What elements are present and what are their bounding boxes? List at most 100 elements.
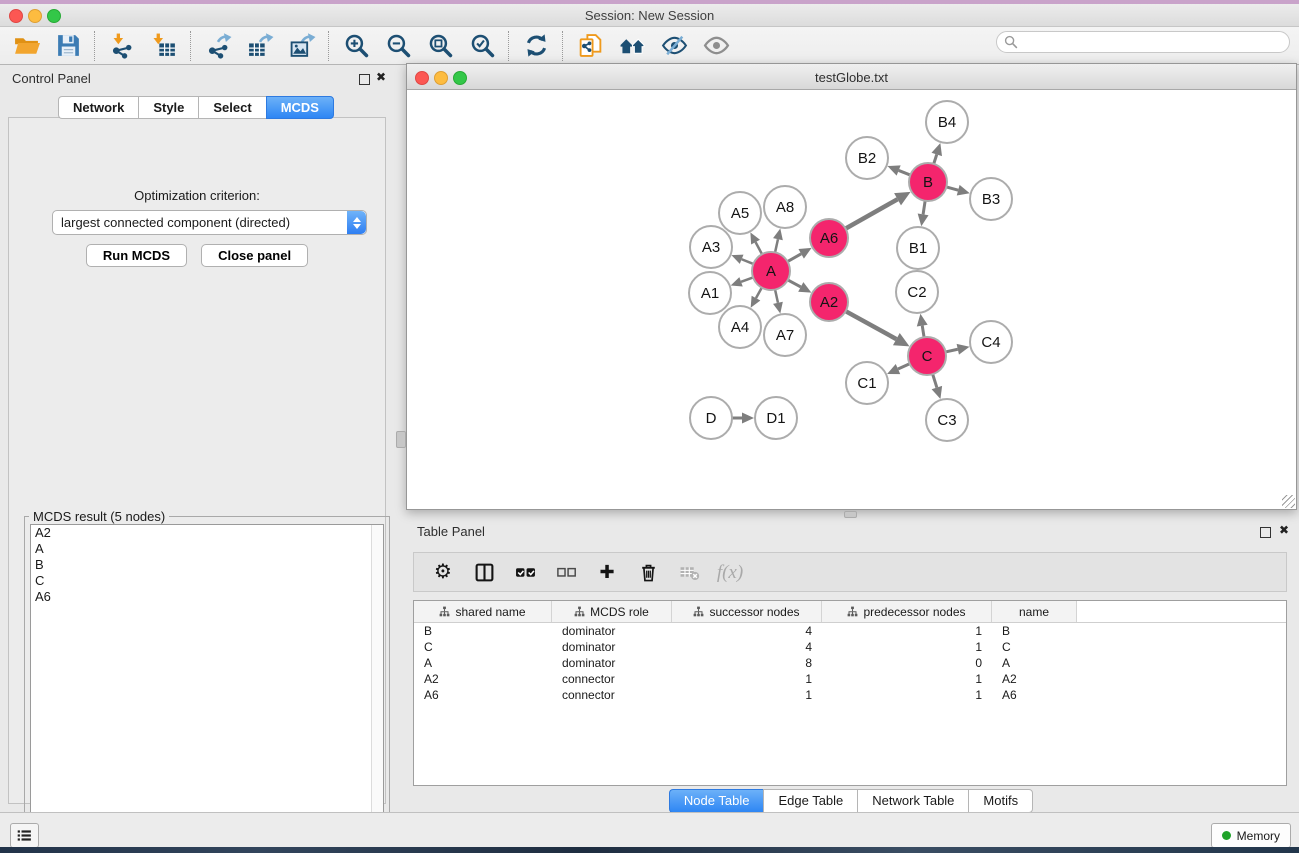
cell-successor-nodes[interactable]: 4: [672, 639, 822, 655]
export-image-button[interactable]: [286, 30, 318, 62]
node-B2[interactable]: B2: [846, 137, 888, 179]
task-history-button[interactable]: [10, 823, 39, 848]
edge-A-A3[interactable]: [731, 255, 753, 264]
node-C4[interactable]: C4: [970, 321, 1012, 363]
delete-table-button[interactable]: [676, 559, 702, 585]
node-C[interactable]: C: [908, 337, 946, 375]
table-row-A2[interactable]: A2connector11A2: [414, 671, 1286, 687]
edge-B-B3[interactable]: [946, 185, 969, 196]
cell-successor-nodes[interactable]: 4: [672, 623, 822, 639]
tab-network-table[interactable]: Network Table: [857, 789, 968, 813]
cell-predecessor-nodes[interactable]: 1: [822, 639, 992, 655]
edge-A6-B[interactable]: [846, 192, 911, 229]
close-panel-button[interactable]: Close panel: [201, 244, 308, 267]
table-row-C[interactable]: Cdominator41C: [414, 639, 1286, 655]
node-A[interactable]: A: [752, 252, 790, 290]
node-A6[interactable]: A6: [810, 219, 848, 257]
import-network-button[interactable]: [106, 30, 138, 62]
cell-shared-name[interactable]: A: [414, 655, 552, 671]
edge-D-D1[interactable]: [732, 413, 754, 424]
insert-column-button[interactable]: [471, 559, 497, 585]
table-float-icon[interactable]: [1260, 527, 1271, 538]
tab-select[interactable]: Select: [198, 96, 265, 119]
import-table-button[interactable]: [148, 30, 180, 62]
open-session-button[interactable]: [10, 30, 42, 62]
node-C1[interactable]: C1: [846, 362, 888, 404]
save-session-button[interactable]: [52, 30, 84, 62]
node-C3[interactable]: C3: [926, 399, 968, 441]
mcds-result-list[interactable]: A2ABCA6: [30, 524, 384, 844]
cell-successor-nodes[interactable]: 1: [672, 671, 822, 687]
search-input[interactable]: [996, 31, 1290, 53]
cell-predecessor-nodes[interactable]: 1: [822, 687, 992, 703]
edge-C-C2[interactable]: [917, 314, 928, 337]
column-header-predecessor-nodes[interactable]: predecessor nodes: [822, 601, 992, 622]
edge-A-A1[interactable]: [731, 277, 753, 286]
column-header-shared-name[interactable]: shared name: [414, 601, 552, 622]
edge-A-A2[interactable]: [788, 280, 812, 293]
edge-C-C3[interactable]: [932, 374, 942, 399]
edge-B-B1[interactable]: [918, 201, 929, 226]
cell-MCDS-role[interactable]: dominator: [552, 623, 672, 639]
tab-style[interactable]: Style: [138, 96, 198, 119]
export-table-button[interactable]: [244, 30, 276, 62]
table-options-gear-button[interactable]: ⚙: [430, 559, 456, 585]
cell-MCDS-role[interactable]: dominator: [552, 639, 672, 655]
node-A7[interactable]: A7: [764, 314, 806, 356]
table-row-A6[interactable]: A6connector11A6: [414, 687, 1286, 703]
table-close-icon[interactable]: ✖: [1279, 523, 1289, 537]
cell-name[interactable]: A6: [992, 687, 1077, 703]
node-A1[interactable]: A1: [689, 272, 731, 314]
cell-predecessor-nodes[interactable]: 1: [822, 671, 992, 687]
node-B3[interactable]: B3: [970, 178, 1012, 220]
float-panel-icon[interactable]: [359, 74, 370, 85]
cell-name[interactable]: C: [992, 639, 1077, 655]
add-row-button[interactable]: ✚: [594, 559, 620, 585]
node-D[interactable]: D: [690, 397, 732, 439]
node-D1[interactable]: D1: [755, 397, 797, 439]
criterion-dropdown[interactable]: largest connected component (directed): [52, 210, 367, 235]
column-header-successor-nodes[interactable]: successor nodes: [672, 601, 822, 622]
refresh-button[interactable]: [520, 30, 552, 62]
node-B4[interactable]: B4: [926, 101, 968, 143]
mcds-result-item[interactable]: A6: [31, 589, 383, 605]
dropdown-stepper-icon[interactable]: [347, 211, 366, 234]
edge-A-A7[interactable]: [773, 290, 783, 314]
table-row-B[interactable]: Bdominator41B: [414, 623, 1286, 639]
select-all-columns-button[interactable]: [512, 559, 538, 585]
column-header-name[interactable]: name: [992, 601, 1077, 622]
cell-name[interactable]: B: [992, 623, 1077, 639]
mcds-result-item[interactable]: A2: [31, 525, 383, 541]
close-panel-icon[interactable]: ✖: [376, 70, 386, 84]
edge-A-A5[interactable]: [750, 232, 762, 254]
cell-shared-name[interactable]: A2: [414, 671, 552, 687]
cell-successor-nodes[interactable]: 1: [672, 687, 822, 703]
node-A5[interactable]: A5: [719, 192, 761, 234]
run-mcds-button[interactable]: Run MCDS: [86, 244, 187, 267]
first-neighbors-button[interactable]: [616, 30, 648, 62]
edge-A-A6[interactable]: [788, 248, 812, 262]
tab-network[interactable]: Network: [58, 96, 138, 119]
node-A2[interactable]: A2: [810, 283, 848, 321]
cell-shared-name[interactable]: C: [414, 639, 552, 655]
edge-A2-C[interactable]: [846, 311, 910, 346]
node-B[interactable]: B: [909, 163, 947, 201]
show-all-button[interactable]: [700, 30, 732, 62]
window-resize-grip[interactable]: [1282, 495, 1295, 508]
list-scrollbar[interactable]: [371, 525, 383, 843]
cell-MCDS-role[interactable]: dominator: [552, 655, 672, 671]
cell-MCDS-role[interactable]: connector: [552, 671, 672, 687]
node-B1[interactable]: B1: [897, 227, 939, 269]
network-graph-canvas[interactable]: AA1A2A3A4A5A6A7A8BB1B2B3B4CC1C2C3C4DD1: [407, 90, 1296, 509]
edge-A-A4[interactable]: [751, 288, 762, 308]
edge-B-B2[interactable]: [887, 165, 910, 175]
cell-name[interactable]: A2: [992, 671, 1077, 687]
memory-button[interactable]: Memory: [1211, 823, 1291, 848]
tab-mcds[interactable]: MCDS: [266, 96, 334, 119]
edge-C-C1[interactable]: [887, 364, 910, 374]
zoom-fit-button[interactable]: [424, 30, 456, 62]
tab-edge-table[interactable]: Edge Table: [763, 789, 857, 813]
cell-predecessor-nodes[interactable]: 1: [822, 623, 992, 639]
column-header-MCDS-role[interactable]: MCDS role: [552, 601, 672, 622]
hide-selected-button[interactable]: [658, 30, 690, 62]
